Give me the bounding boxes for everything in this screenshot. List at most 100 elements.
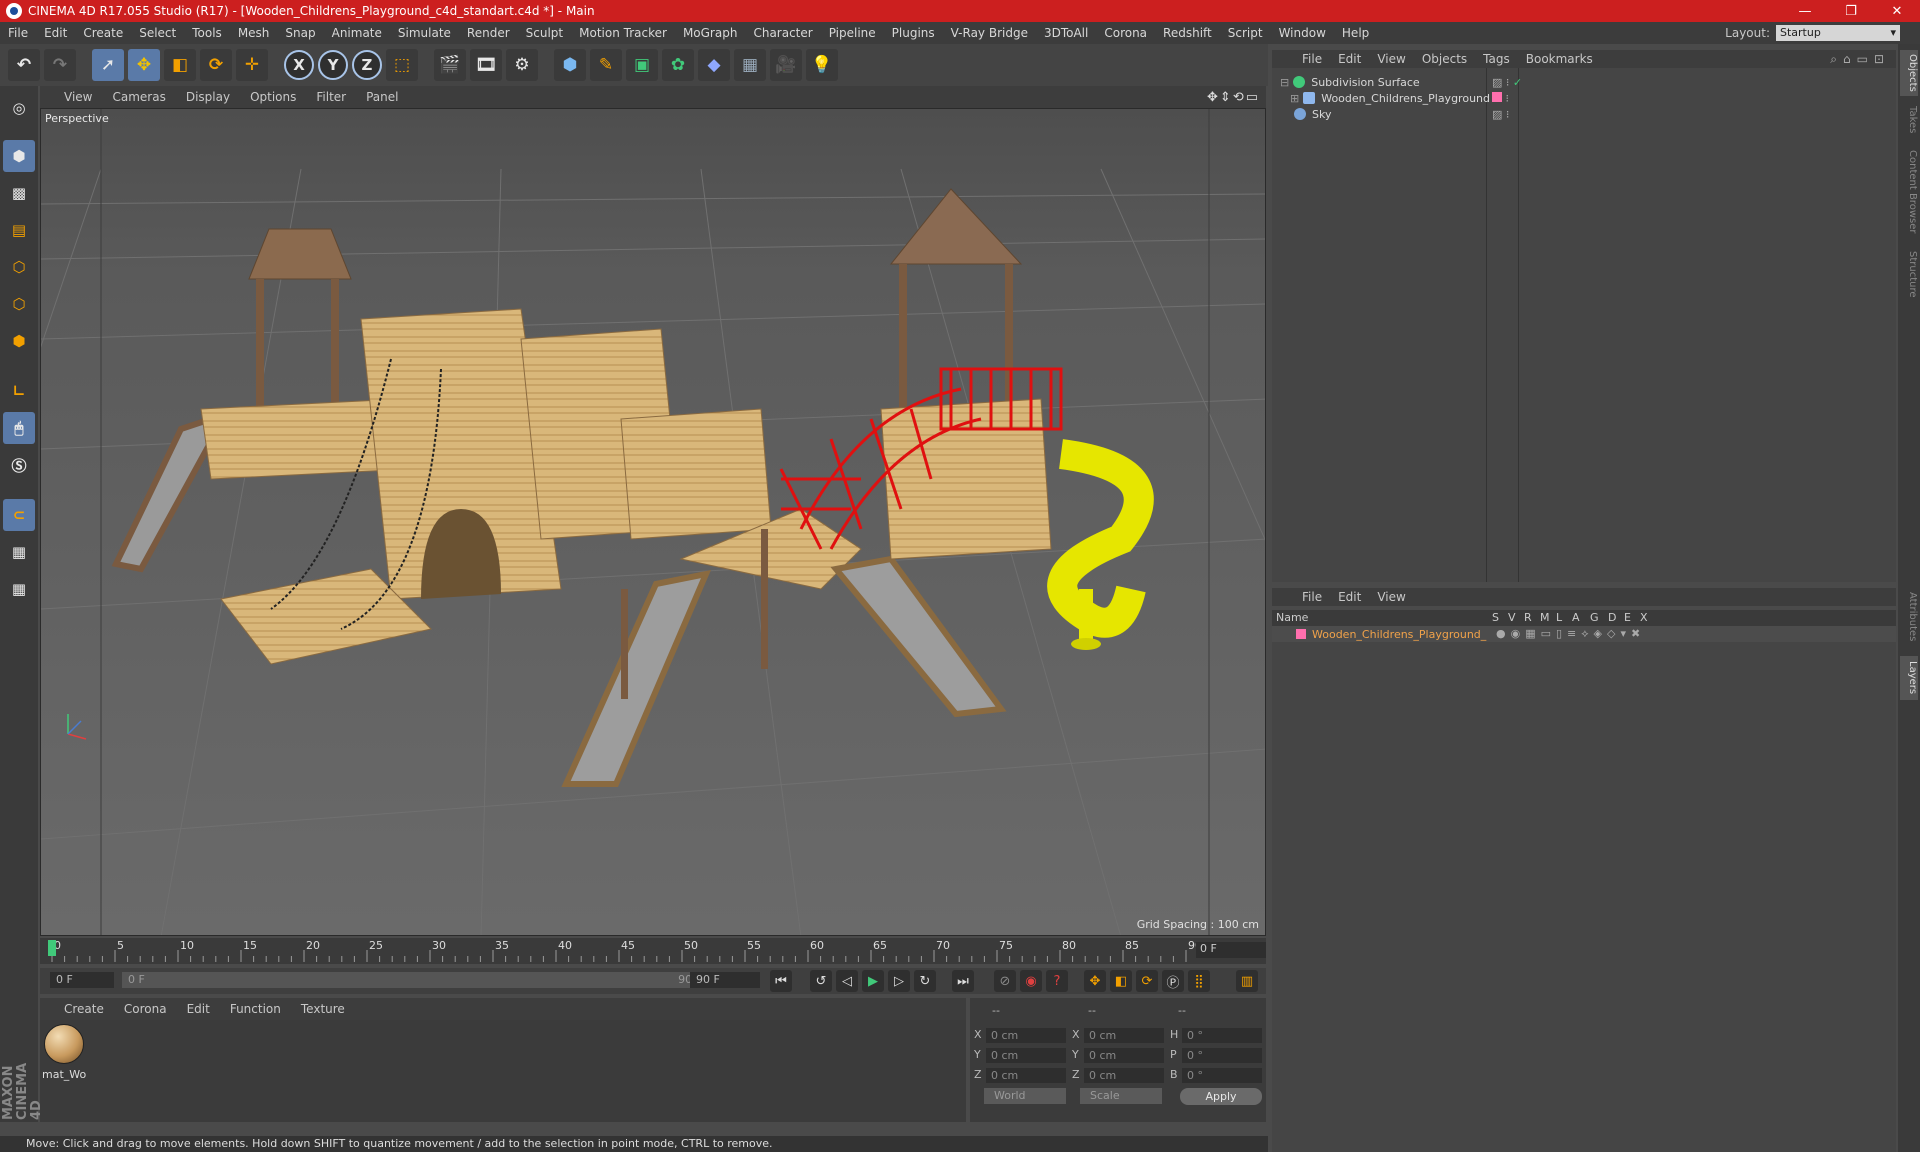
object-menu-objects[interactable]: Objects <box>1414 52 1475 66</box>
object-menu-tags[interactable]: Tags <box>1475 52 1518 66</box>
snap-icon[interactable]: ⊂ <box>3 499 35 531</box>
layer-toggle-icons[interactable]: ●◉▦▭▯≡⟡◈◇▾✖ <box>1496 627 1645 641</box>
side-tab-attributes[interactable]: Attributes <box>1900 584 1918 650</box>
material-menu-edit[interactable]: Edit <box>177 1002 220 1016</box>
previous-key-icon[interactable]: ↺ <box>810 970 832 992</box>
floor-icon[interactable]: ▦ <box>734 49 766 81</box>
workplane-icon[interactable]: ▤ <box>3 214 35 246</box>
locked-workplane-icon[interactable]: ▦ <box>3 536 35 568</box>
menu-redshift[interactable]: Redshift <box>1155 26 1220 40</box>
rot-p-field[interactable]: 0 ° <box>1182 1048 1262 1063</box>
layer-col-manager[interactable]: M <box>1540 611 1550 624</box>
edit-render-settings-icon[interactable]: ⚙ <box>506 49 538 81</box>
layer-col-deformers[interactable]: D <box>1608 611 1616 624</box>
z-axis-lock-icon[interactable]: Z <box>352 50 382 80</box>
viewport-menu-filter[interactable]: Filter <box>306 90 356 104</box>
menu-window[interactable]: Window <box>1271 26 1334 40</box>
playhead-marker[interactable] <box>48 940 56 956</box>
side-tab-objects[interactable]: Objects <box>1900 50 1918 96</box>
menu-sculpt[interactable]: Sculpt <box>518 26 571 40</box>
menu-help[interactable]: Help <box>1334 26 1377 40</box>
menu-select[interactable]: Select <box>131 26 184 40</box>
object-name[interactable]: Subdivision Surface <box>1311 76 1419 89</box>
start-frame-field[interactable]: 0 F <box>50 972 114 988</box>
side-tab-content-browser[interactable]: Content Browser <box>1900 144 1918 240</box>
layer-menu-file[interactable]: File <box>1294 590 1330 604</box>
layer-col-animation[interactable]: A <box>1572 611 1580 624</box>
material-name[interactable]: mat_Wo <box>42 1068 86 1081</box>
layer-col-render[interactable]: R <box>1524 611 1532 624</box>
go-to-end-icon[interactable]: ⏭ <box>952 970 974 992</box>
material-menu-function[interactable]: Function <box>220 1002 291 1016</box>
move-tool-icon[interactable]: ✥ <box>128 49 160 81</box>
menu-mograph[interactable]: MoGraph <box>675 26 746 40</box>
object-menu-edit[interactable]: Edit <box>1330 52 1369 66</box>
redo-icon[interactable]: ↷ <box>44 49 76 81</box>
pos-y-field[interactable]: 0 cm <box>986 1048 1066 1063</box>
model-mode-icon[interactable]: ⬢ <box>3 140 35 172</box>
layout-dropdown[interactable]: Startup <box>1776 25 1900 41</box>
object-menu-view[interactable]: View <box>1369 52 1413 66</box>
planar-workplane-icon[interactable]: ▦ <box>3 573 35 605</box>
subdivision-surface-icon[interactable]: ▣ <box>626 49 658 81</box>
layer-row[interactable]: Wooden_Childrens_Playground_ ●◉▦▭▯≡⟡◈◇▾✖ <box>1272 626 1896 642</box>
menu-file[interactable]: File <box>0 26 36 40</box>
side-tab-takes[interactable]: Takes <box>1900 102 1918 138</box>
viewport-menu-display[interactable]: Display <box>176 90 240 104</box>
spline-pen-icon[interactable]: ✎ <box>590 49 622 81</box>
visibility-dots-icon[interactable]: ⁝ <box>1492 91 1509 105</box>
object-menu-file[interactable]: File <box>1294 52 1330 66</box>
size-mode-dropdown[interactable]: Scale <box>1080 1088 1162 1104</box>
restore-button[interactable]: ❐ <box>1828 4 1874 19</box>
x-axis-lock-icon[interactable]: X <box>284 50 314 80</box>
key-rotation-icon[interactable]: ⟳ <box>1136 970 1158 992</box>
apply-button[interactable]: Apply <box>1180 1088 1262 1105</box>
key-position-icon[interactable]: ✥ <box>1084 970 1106 992</box>
timeline-window-icon[interactable]: ▥ <box>1236 970 1258 992</box>
menu-3dtoall[interactable]: 3DToAll <box>1036 26 1096 40</box>
layer-col-view[interactable]: V <box>1508 611 1516 624</box>
viewport-menu-view[interactable]: View <box>54 90 102 104</box>
coordinate-mode-dropdown[interactable]: World <box>984 1088 1066 1104</box>
play-forward-icon[interactable]: ▶ <box>862 970 884 992</box>
layer-col-locked[interactable]: L <box>1556 611 1562 624</box>
pos-z-field[interactable]: 0 cm <box>986 1068 1066 1083</box>
camera-icon[interactable]: 🎥 <box>770 49 802 81</box>
menu-plugins[interactable]: Plugins <box>884 26 943 40</box>
render-picture-viewer-icon[interactable]: 🎞 <box>470 49 502 81</box>
make-editable-icon[interactable]: ◎ <box>3 92 35 124</box>
material-preview-ball[interactable] <box>44 1024 84 1064</box>
next-frame-icon[interactable]: ▷ <box>888 970 910 992</box>
size-z-field[interactable]: 0 cm <box>1084 1068 1164 1083</box>
layer-name[interactable]: Wooden_Childrens_Playground_ <box>1312 628 1486 641</box>
cube-primitive-icon[interactable]: ⬢ <box>554 49 586 81</box>
size-y-field[interactable]: 0 cm <box>1084 1048 1164 1063</box>
axis-mode-icon[interactable]: ∟ <box>3 375 35 407</box>
light-icon[interactable]: 💡 <box>806 49 838 81</box>
scale-tool-icon[interactable]: ◧ <box>164 49 196 81</box>
current-frame-field[interactable]: 0 F <box>1196 942 1266 958</box>
minimize-button[interactable]: — <box>1782 4 1828 19</box>
menu-simulate[interactable]: Simulate <box>390 26 459 40</box>
material-menu-texture[interactable]: Texture <box>291 1002 355 1016</box>
keyframe-selection-icon[interactable]: ? <box>1046 970 1068 992</box>
previous-frame-icon[interactable]: ◁ <box>836 970 858 992</box>
object-manager-search-icon[interactable]: ⌕⌂▭⊡ <box>1830 52 1896 67</box>
layer-menu-view[interactable]: View <box>1369 590 1413 604</box>
menu-tools[interactable]: Tools <box>184 26 230 40</box>
deformer-icon[interactable]: ◆ <box>698 49 730 81</box>
layer-col-xref[interactable]: X <box>1640 611 1648 624</box>
material-menu-corona[interactable]: Corona <box>114 1002 177 1016</box>
visibility-dots-icon[interactable]: ▨ ⁝ ✓ <box>1492 76 1522 89</box>
close-button[interactable]: ✕ <box>1874 4 1920 19</box>
viewport-scene[interactable] <box>41 109 1266 936</box>
layer-col-generators[interactable]: G <box>1590 611 1599 624</box>
viewport-menu-options[interactable]: Options <box>240 90 306 104</box>
record-keys-icon[interactable]: ⊘ <box>994 970 1016 992</box>
key-scale-icon[interactable]: ◧ <box>1110 970 1132 992</box>
key-parameter-icon[interactable]: Ⓟ <box>1162 970 1184 992</box>
cloner-icon[interactable]: ✿ <box>662 49 694 81</box>
pos-x-field[interactable]: 0 cm <box>986 1028 1066 1043</box>
side-tab-layers[interactable]: Layers <box>1900 656 1918 700</box>
material-menu-create[interactable]: Create <box>54 1002 114 1016</box>
